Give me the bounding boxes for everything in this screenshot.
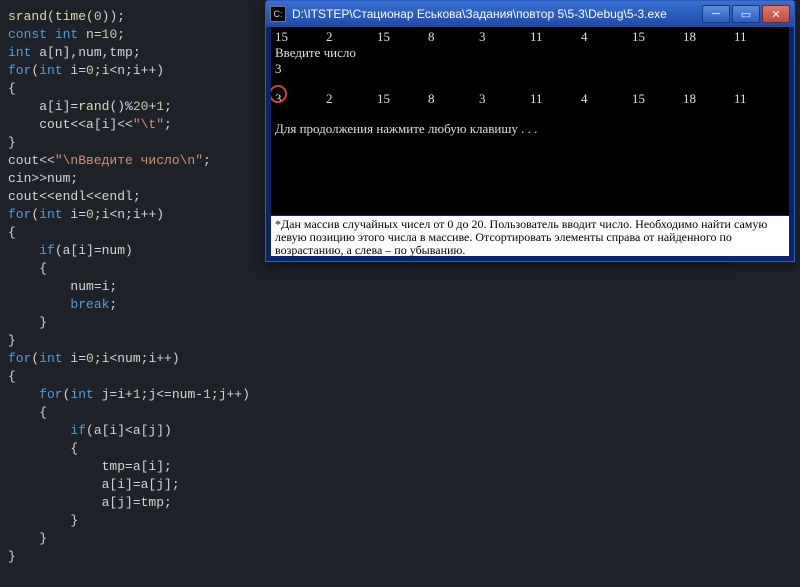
user-input: 3 [275, 61, 785, 77]
task-description: *Дан массив случайных чисел от 0 до 20. … [271, 216, 789, 256]
continue-prompt: Для продолжения нажмите любую клавишу . … [275, 121, 785, 137]
console-output: 15 2 15 8 3 11 4 15 18 11 Введите число … [271, 27, 789, 215]
maximize-button[interactable]: ▭ [732, 5, 760, 23]
output-row-2: 3 2 15 8 3 11 4 15 18 11 [275, 91, 785, 107]
app-icon: C: [270, 6, 286, 22]
close-button[interactable]: ✕ [762, 5, 790, 23]
window-title: D:\ITSTEP\Стационар Еськова\Задания\повт… [292, 7, 702, 21]
prompt-line: Введите число [275, 45, 785, 61]
minimize-button[interactable]: ─ [702, 5, 730, 23]
window-titlebar[interactable]: C: D:\ITSTEP\Стационар Еськова\Задания\п… [266, 1, 794, 27]
console-window: C: D:\ITSTEP\Стационар Еськова\Задания\п… [265, 0, 795, 262]
output-row-1: 15 2 15 8 3 11 4 15 18 11 [275, 29, 785, 45]
